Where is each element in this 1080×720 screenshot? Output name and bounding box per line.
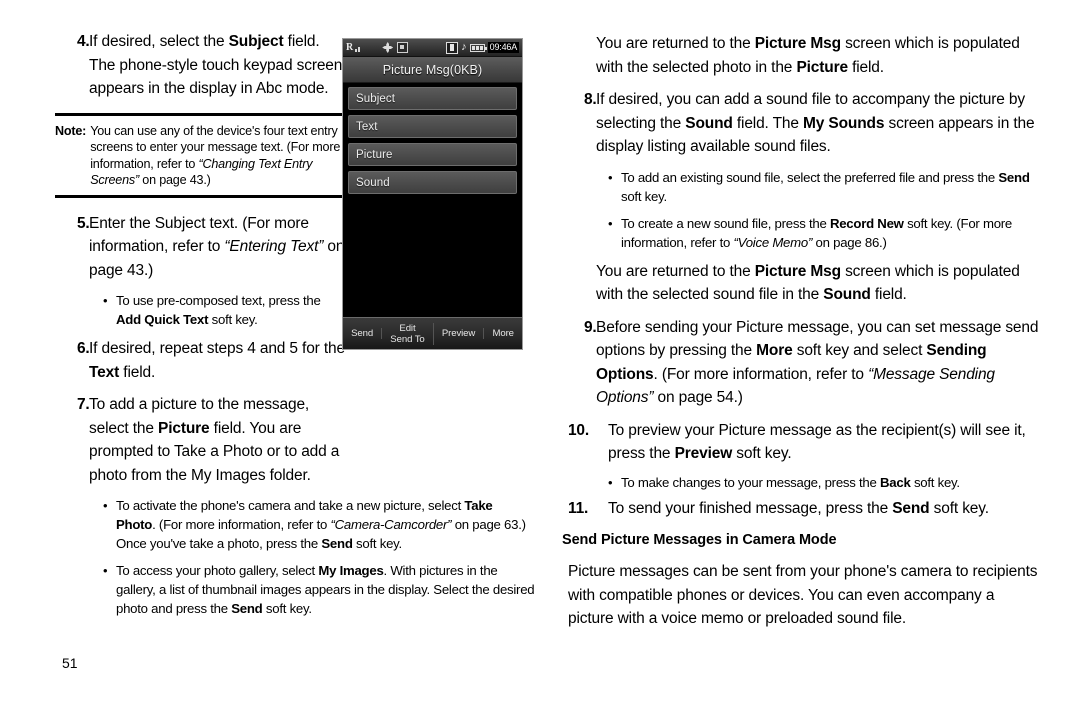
note-label: Note: — [55, 123, 87, 138]
list-item: • To make changes to your message, press… — [608, 473, 1040, 492]
step-8-bullets: • To add an existing sound file, select … — [608, 168, 1040, 252]
tty-box-icon — [397, 42, 409, 53]
phone-field-subject[interactable]: Subject — [348, 87, 517, 110]
step-5-bullets: • To use pre-composed text, press the Ad… — [103, 291, 345, 329]
phone-field-sound[interactable]: Sound — [348, 171, 517, 194]
status-clock: 09:46A — [487, 42, 519, 53]
list-item-text: To access your photo gallery, select My … — [116, 563, 535, 616]
page-number: 51 — [62, 655, 78, 671]
bullet-dot-icon: • — [103, 563, 108, 578]
manual-page: 4. If desired, select the Subject field.… — [0, 0, 1080, 720]
phone-screen-title: Picture Msg(0KB) — [343, 57, 522, 83]
signal-bars-icon — [355, 44, 361, 52]
step-4-text: If desired, select the Subject field. Th… — [89, 33, 343, 97]
soft-key-preview-label: Preview — [441, 328, 476, 339]
list-item: • To access your photo gallery, select M… — [103, 561, 535, 618]
soft-key-send-to-label: Send To — [390, 333, 425, 345]
list-item-text: To create a new sound file, press the Re… — [621, 215, 1013, 250]
step-6-number: 6. — [77, 340, 90, 357]
phone-field-list: Subject Text Picture Sound — [343, 83, 522, 317]
note-text: You can use any of the device's four tex… — [90, 123, 341, 188]
picture-return-paragraph: You are returned to the Picture Msg scre… — [596, 35, 1020, 76]
step-11-text: To send your finished message, press the… — [608, 499, 989, 517]
note-box: Note: You can use any of the device's fo… — [55, 112, 345, 198]
bullet-dot-icon: • — [608, 474, 613, 490]
section-heading: Send Picture Messages in Camera Mode — [562, 532, 837, 548]
step-8: 8. If desired, you can add a sound file … — [562, 88, 1040, 159]
soft-key-edit-send-to[interactable]: Edit Send To — [382, 322, 434, 345]
list-item: • To activate the phone's camera and tak… — [103, 496, 535, 553]
list-item-text: To use pre-composed text, press the Add … — [116, 293, 321, 327]
step-11: 11. To send your finished message, press… — [562, 497, 1040, 521]
step-4: 4. If desired, select the Subject field.… — [55, 30, 345, 101]
phone-status-bar: R ♪ 09:46A — [343, 39, 522, 57]
list-item: • To use pre-composed text, press the Ad… — [103, 291, 345, 329]
step-6-text: If desired, repeat steps 4 and 5 for the… — [89, 340, 345, 381]
list-item: • To add an existing sound file, select … — [608, 168, 1040, 206]
soft-key-send-label: Send — [351, 328, 374, 339]
list-item: • To create a new sound file, press the … — [608, 214, 1040, 252]
picture-message-icon — [446, 41, 459, 54]
phone-screenshot: R ♪ 09:46A Picture Msg(0KB) Subject Text… — [342, 38, 523, 350]
step-7: 7. To add a picture to the message, sele… — [55, 393, 345, 487]
list-item-text: To add an existing sound file, select th… — [621, 169, 1030, 204]
right-column: You are returned to the Picture Msg scre… — [562, 32, 1040, 640]
closing-paragraph: Picture messages can be sent from your p… — [568, 563, 1038, 627]
step-9: 9. Before sending your Picture message, … — [562, 316, 1040, 410]
step-5-number: 5. — [77, 214, 90, 232]
bullet-dot-icon: • — [608, 169, 613, 185]
gps-icon — [382, 42, 393, 53]
step-7-bullets: • To activate the phone's camera and tak… — [103, 496, 535, 618]
phone-field-text[interactable]: Text — [348, 115, 517, 138]
soft-key-more[interactable]: More — [484, 328, 522, 339]
bullet-dot-icon: • — [608, 215, 613, 231]
step-9-text: Before sending your Picture message, you… — [596, 318, 1039, 407]
step-7-text: To add a picture to the message, select … — [89, 396, 340, 484]
step-10-bullets: • To make changes to your message, press… — [608, 473, 1040, 492]
step-10-number: 10. — [568, 421, 589, 439]
soft-key-send[interactable]: Send — [343, 328, 383, 339]
step-5: 5. Enter the Subject text. (For more inf… — [55, 212, 345, 283]
step-10: 10. To preview your Picture message as t… — [562, 419, 1040, 466]
music-note-icon: ♪ — [461, 41, 467, 53]
soft-key-more-label: More — [492, 328, 514, 339]
phone-field-picture[interactable]: Picture — [348, 143, 517, 166]
list-item-text: To make changes to your message, press t… — [621, 474, 960, 490]
step-8-text: If desired, you can add a sound file to … — [596, 91, 1035, 155]
bullet-dot-icon: • — [103, 293, 108, 308]
list-item-text: To activate the phone's camera and take … — [116, 498, 526, 551]
sound-return-paragraph: You are returned to the Picture Msg scre… — [596, 262, 1020, 304]
soft-key-preview[interactable]: Preview — [434, 328, 485, 339]
battery-icon — [469, 43, 487, 52]
step-4-number: 4. — [77, 33, 90, 50]
step-8-number: 8. — [584, 91, 597, 108]
soft-key-edit-label: Edit — [399, 322, 416, 334]
step-6: 6. If desired, repeat steps 4 and 5 for … — [55, 337, 345, 384]
step-7-number: 7. — [77, 396, 90, 413]
bullet-dot-icon: • — [103, 498, 108, 513]
roaming-r-icon: R — [346, 41, 354, 53]
left-column: 4. If desired, select the Subject field.… — [55, 30, 535, 626]
step-11-number: 11. — [568, 499, 589, 517]
step-5-text: Enter the Subject text. (For more inform… — [89, 214, 345, 279]
phone-soft-key-bar: Send Edit Send To Preview More — [343, 317, 522, 349]
note-bottom-rule — [55, 194, 345, 198]
step-9-number: 9. — [584, 318, 597, 336]
step-10-text: To preview your Picture message as the r… — [608, 421, 1026, 463]
